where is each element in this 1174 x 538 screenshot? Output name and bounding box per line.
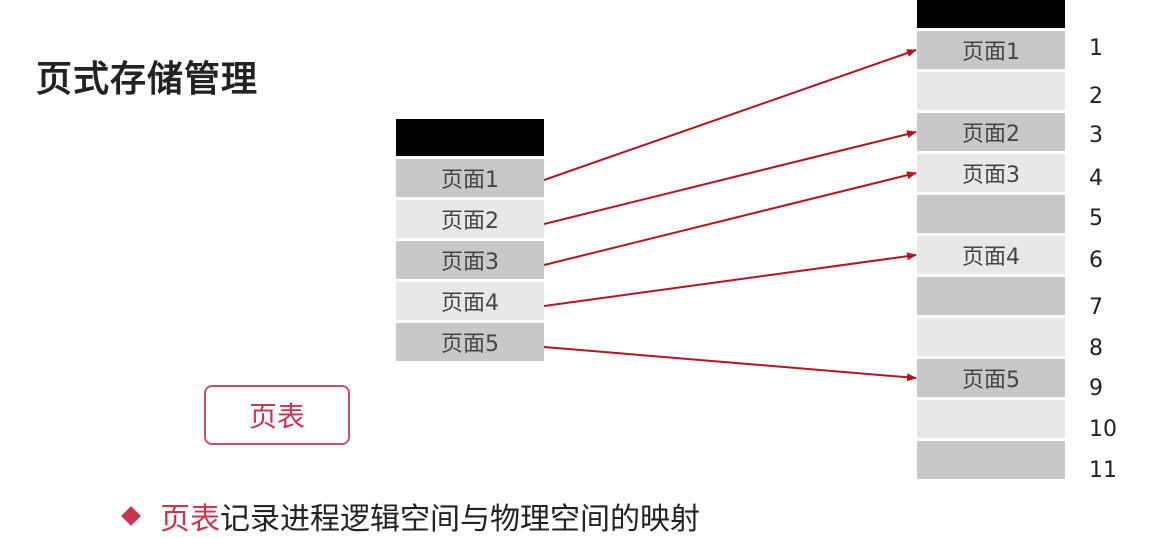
mapping-arrow <box>543 171 917 266</box>
mapping-arrow <box>543 252 917 307</box>
mapping-arrow <box>543 130 917 225</box>
mapping-arrow <box>543 49 917 181</box>
mapping-arrows <box>543 49 917 382</box>
slide: 页式存储管理 页面1 页面2 页面3 页面4 页面5 页面1 页面2 页面3 页… <box>0 0 1174 537</box>
mapping-arrow <box>543 346 917 382</box>
